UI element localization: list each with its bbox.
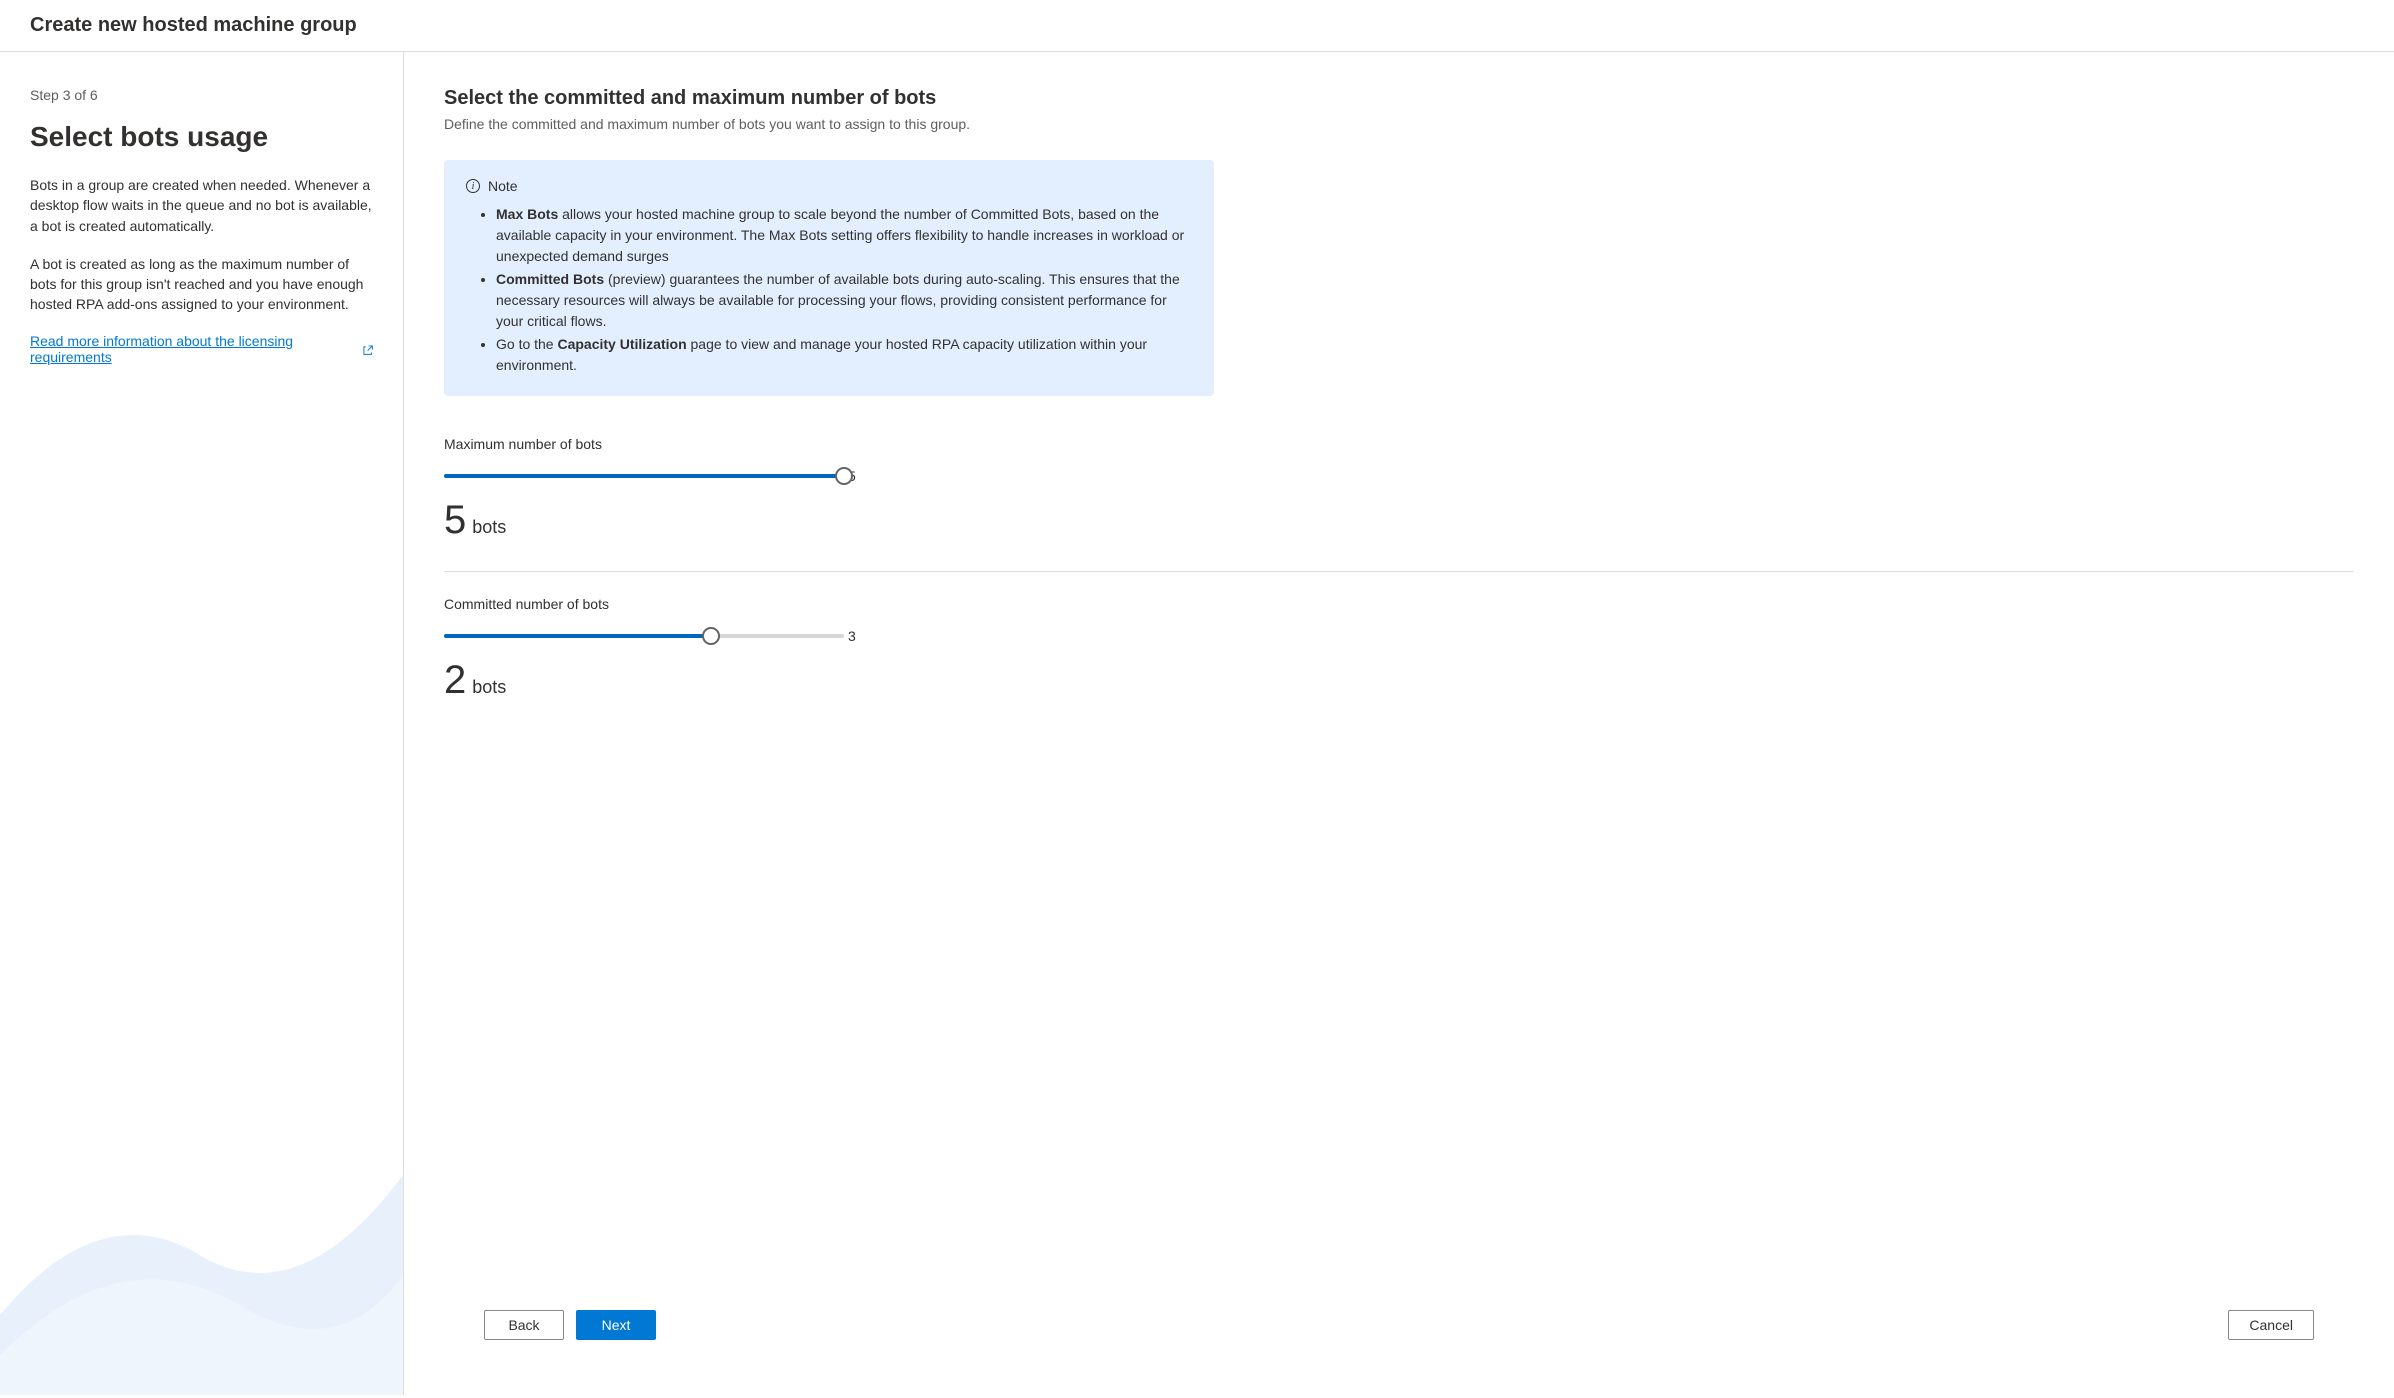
max-bots-slider-thumb[interactable] (835, 467, 853, 485)
wizard-sidebar: Step 3 of 6 Select bots usage Bots in a … (0, 52, 404, 1395)
committed-bots-slider-fill (444, 634, 711, 638)
licensing-link[interactable]: Read more information about the licensin… (30, 333, 373, 365)
main-content: Select the committed and maximum number … (404, 52, 2394, 1395)
max-bots-slider-fill (444, 474, 844, 478)
max-bots-slider-container: 5 (444, 468, 864, 484)
note-item-max-bots: Max Bots allows your hosted machine grou… (496, 204, 1192, 267)
main-title: Select the committed and maximum number … (444, 87, 2354, 110)
committed-bots-slider-thumb[interactable] (702, 627, 720, 645)
committed-bots-label: Committed number of bots (444, 596, 2354, 612)
note-list: Max Bots allows your hosted machine grou… (466, 204, 1192, 376)
max-bots-unit: bots (472, 517, 506, 538)
page-title: Create new hosted machine group (30, 14, 2364, 37)
licensing-link-text: Read more information about the licensin… (30, 333, 358, 365)
section-divider (444, 571, 2354, 572)
note-callout: i Note Max Bots allows your hosted machi… (444, 160, 1214, 396)
wizard-footer: Back Next Cancel (444, 1290, 2354, 1360)
committed-bots-unit: bots (472, 677, 506, 698)
main-subtitle: Define the committed and maximum number … (444, 116, 2354, 132)
max-bots-number: 5 (444, 498, 466, 543)
note-header: i Note (466, 178, 1192, 194)
body-container: Step 3 of 6 Select bots usage Bots in a … (0, 52, 2394, 1395)
committed-bots-slider[interactable] (444, 634, 844, 638)
committed-bots-number: 2 (444, 658, 466, 703)
external-link-icon (362, 343, 373, 355)
back-button[interactable]: Back (484, 1310, 564, 1340)
sidebar-title: Select bots usage (30, 121, 373, 153)
note-item-committed-bots: Committed Bots (preview) guarantees the … (496, 269, 1192, 332)
committed-bots-count: 2 bots (444, 658, 2354, 703)
note-item-capacity: Go to the Capacity Utilization page to v… (496, 334, 1192, 376)
max-bots-slider[interactable] (444, 474, 844, 478)
note-title: Note (488, 178, 518, 194)
step-indicator: Step 3 of 6 (30, 87, 373, 103)
committed-bots-max-value: 3 (848, 628, 856, 644)
info-icon: i (466, 179, 480, 193)
next-button[interactable]: Next (576, 1310, 656, 1340)
footer-left-buttons: Back Next (484, 1310, 656, 1340)
max-bots-count: 5 bots (444, 498, 2354, 543)
decorative-wave (0, 1135, 403, 1395)
sidebar-description-1: Bots in a group are created when needed.… (30, 175, 373, 236)
cancel-button[interactable]: Cancel (2228, 1310, 2314, 1340)
max-bots-section: Maximum number of bots 5 5 bots (444, 436, 2354, 551)
committed-bots-section: Committed number of bots 3 2 bots (444, 596, 2354, 711)
sidebar-description-2: A bot is created as long as the maximum … (30, 254, 373, 315)
page-header: Create new hosted machine group (0, 0, 2394, 52)
committed-bots-slider-container: 3 (444, 628, 864, 644)
max-bots-label: Maximum number of bots (444, 436, 2354, 452)
